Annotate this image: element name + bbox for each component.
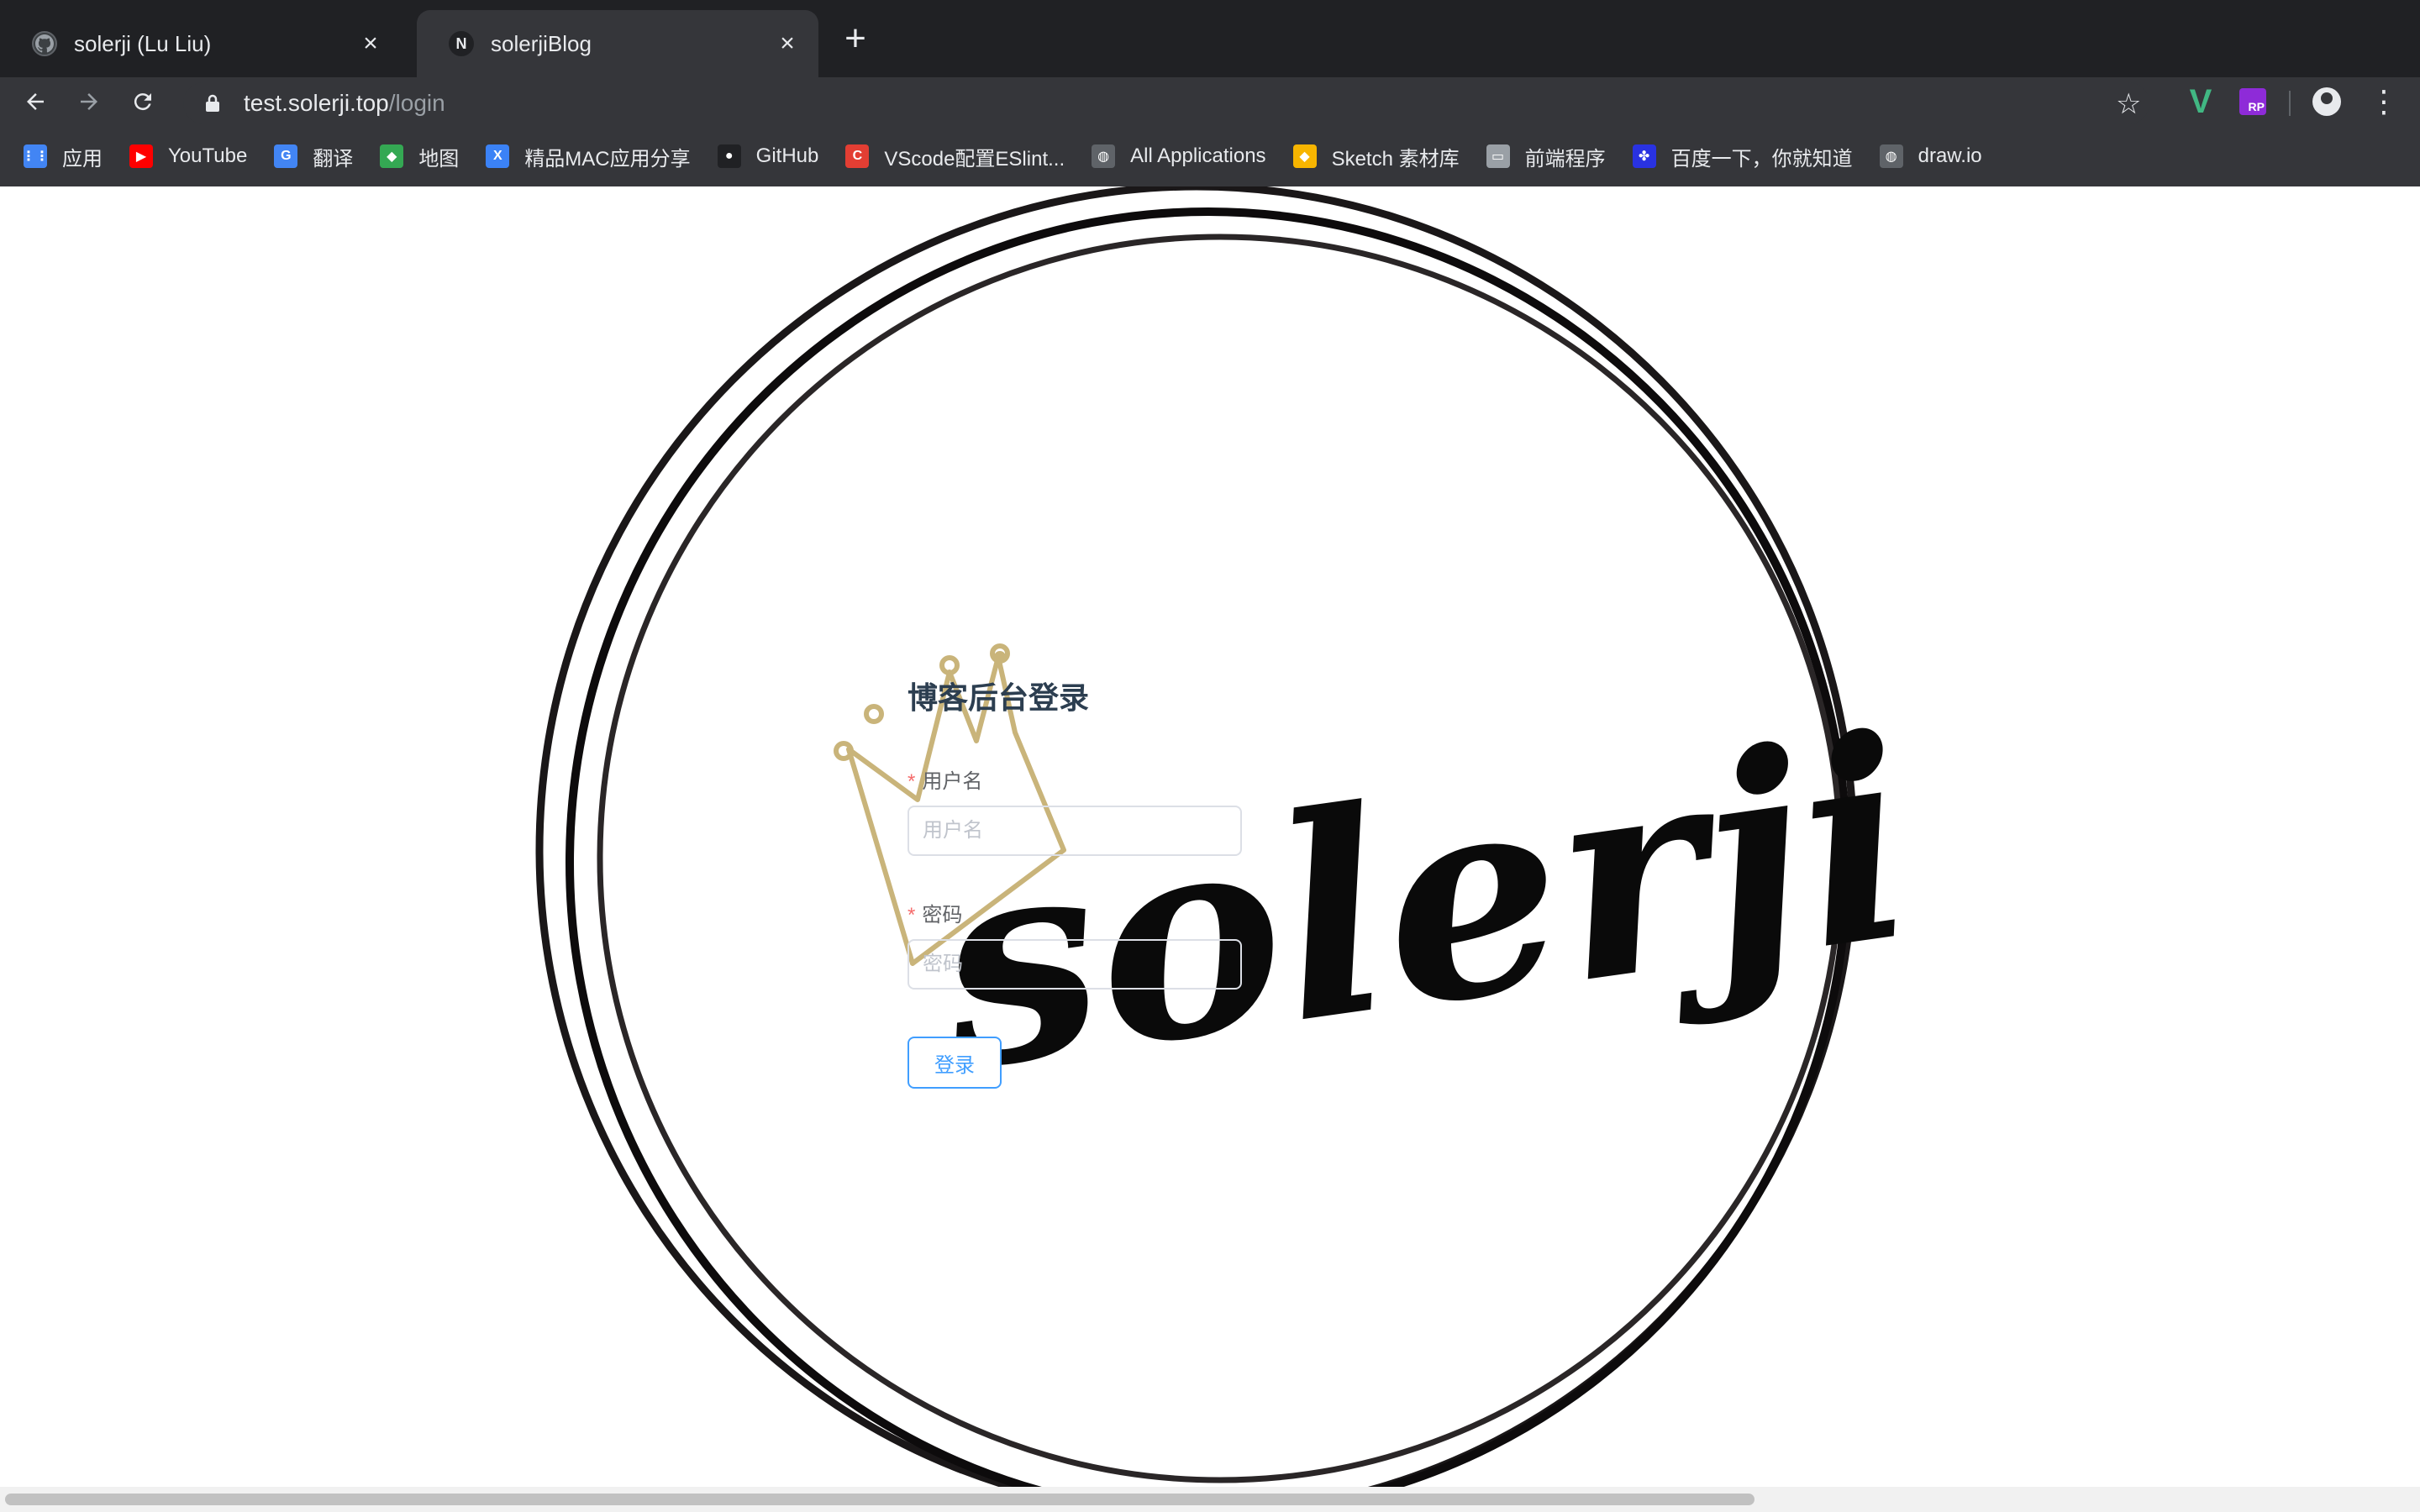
address-bar[interactable]: test.solerji.top/login [183, 82, 2149, 124]
sketch-diamond-icon: ◆ [1292, 144, 1317, 168]
url-text: test.solerji.top/login [244, 90, 445, 117]
close-tab-icon[interactable]: × [356, 29, 385, 58]
bookmark-label: 精品MAC应用分享 [524, 147, 691, 171]
toolbar-divider [2289, 91, 2291, 116]
tab-github[interactable]: solerji (Lu Liu) × [0, 10, 402, 77]
github-icon [32, 31, 57, 56]
new-tab-icon[interactable]: + [839, 20, 872, 57]
url-host: test.solerji.top [244, 90, 389, 116]
bookmark-star-icon[interactable]: ☆ [2116, 87, 2141, 121]
axure-rp-icon[interactable]: RP [2233, 82, 2272, 121]
bookmark-label: 前端程序 [1524, 147, 1606, 171]
close-tab-icon[interactable]: × [773, 29, 802, 58]
password-group: * 密码 [908, 898, 1260, 990]
bookmark-item[interactable]: ✤ 百度一下，你就知道 [1632, 142, 1853, 171]
password-input[interactable] [908, 939, 1242, 990]
bookmark-item[interactable]: ⋮⋮ 应用 [22, 142, 103, 171]
google-translate-icon: G [274, 144, 298, 168]
bookmark-item[interactable]: ◍ All Applications [1092, 144, 1266, 168]
browser-chrome: solerji (Lu Liu) × N solerjiBlog × + tes… [0, 0, 2420, 186]
bookmark-label: draw.io [1918, 144, 1982, 167]
username-label: * 用户名 [908, 764, 1260, 794]
page-content: solerji 博客后台登录 *用户名 *密码 登录 [0, 186, 2420, 1487]
tab-title: solerjiBlog [491, 30, 592, 56]
bookmark-item[interactable]: X 精品MAC应用分享 [486, 142, 691, 171]
youtube-icon: ▶ [129, 144, 153, 168]
tab-solerjiblog[interactable]: N solerjiBlog × [417, 10, 818, 77]
menu-dots-icon[interactable]: ⋮ [2365, 82, 2403, 121]
password-label: * 密码 [908, 898, 1260, 927]
bookmark-label: Sketch 素材库 [1331, 147, 1460, 171]
globe-icon: ◍ [1879, 144, 1903, 168]
bookmark-item[interactable]: ▶ YouTube [129, 144, 247, 168]
bookmark-item[interactable]: ◆ 地图 [380, 142, 459, 171]
bookmark-item[interactable]: ◍ draw.io [1879, 144, 1982, 168]
bookmark-label: 地图 [418, 147, 460, 171]
tab-strip: solerji (Lu Liu) × N solerjiBlog × + [0, 0, 2420, 77]
bookmark-item[interactable]: C VScode配置ESlint... [845, 142, 1065, 171]
bookmark-item[interactable]: ◆ Sketch 素材库 [1292, 142, 1460, 171]
browser-toolbar: test.solerji.top/login ☆ V RP ⋮ [0, 77, 2420, 126]
vue-devtools-icon[interactable]: V [2181, 82, 2220, 121]
account-icon[interactable] [2307, 82, 2346, 121]
page-title: 博客后台登录 [908, 680, 1090, 715]
bookmark-label: YouTube [168, 144, 248, 167]
username-group: * 用户名 [908, 764, 1260, 856]
bookmark-item[interactable]: G 翻译 [274, 142, 353, 171]
bookmark-label: GitHub [755, 144, 819, 167]
login-button[interactable]: 登录 [908, 1037, 1002, 1089]
bookmark-label: 应用 [62, 147, 103, 171]
github-icon: ● [717, 144, 741, 168]
csdn-icon: C [845, 144, 870, 168]
bookmark-label: 百度一下，你就知道 [1670, 147, 1853, 171]
apps-grid-icon: ⋮⋮ [22, 144, 49, 168]
url-path: /login [388, 90, 445, 116]
xclient-icon: X [486, 144, 510, 168]
bookmarks-bar: ⋮⋮ 应用 ▶ YouTube G 翻译 ◆ 地图 X 精品MAC应用分享 ● GitHub C VSco… [0, 126, 2420, 186]
required-mark: * [908, 770, 916, 793]
back-icon[interactable] [15, 81, 55, 122]
baidu-paw-icon: ✤ [1632, 144, 1656, 168]
bookmark-label: VScode配置ESlint... [884, 147, 1065, 171]
login-form: 博客后台登录 * 用户名 * 密码 登录 [908, 674, 1260, 1089]
bookmark-item[interactable]: ▭ 前端程序 [1486, 142, 1606, 171]
required-mark: * [908, 904, 916, 927]
forward-icon[interactable] [69, 81, 109, 122]
folder-icon: ▭ [1486, 144, 1510, 168]
google-maps-icon: ◆ [380, 144, 404, 168]
username-label-text: 用户名 [922, 770, 983, 793]
bookmark-label: 翻译 [313, 147, 354, 171]
lock-icon [202, 92, 224, 114]
scrollbar-thumb[interactable] [5, 1494, 1754, 1505]
reload-icon[interactable] [123, 81, 163, 122]
bookmark-item[interactable]: ● GitHub [717, 144, 819, 168]
globe-icon: ◍ [1092, 144, 1116, 168]
username-input[interactable] [908, 806, 1242, 856]
tab-title: solerji (Lu Liu) [74, 30, 212, 56]
password-label-text: 密码 [922, 904, 963, 927]
bookmark-label: All Applications [1130, 144, 1266, 167]
site-favicon: N [449, 31, 474, 56]
